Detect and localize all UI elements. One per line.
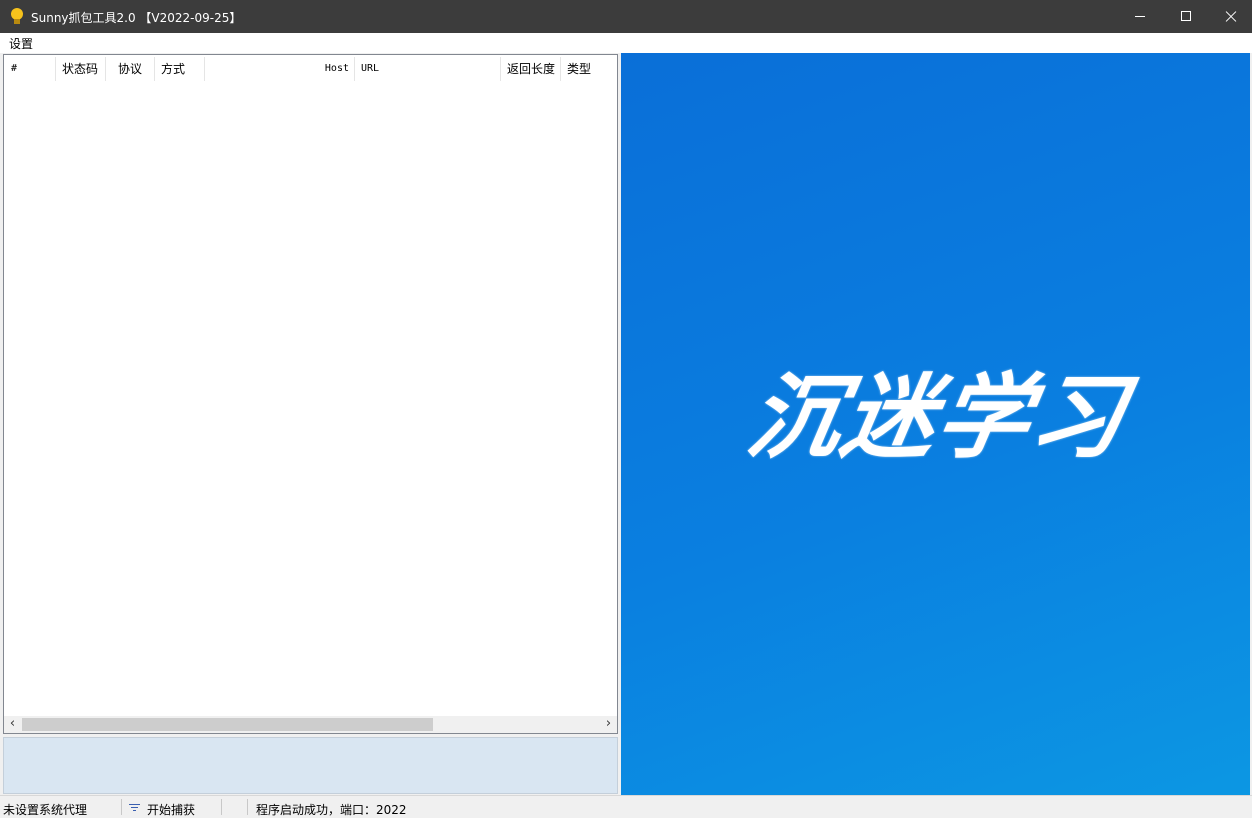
status-divider bbox=[221, 799, 222, 815]
proxy-status: 未设置系统代理 bbox=[3, 803, 88, 817]
maximize-icon bbox=[1181, 11, 1191, 21]
column-header-index[interactable]: # bbox=[4, 57, 56, 81]
request-list[interactable]: # 状态码 协议 方式 Host URL 返回长度 类型 ‹ › bbox=[3, 54, 618, 734]
status-message: 程序启动成功，端口：2022 bbox=[256, 803, 407, 817]
maximize-button[interactable] bbox=[1163, 0, 1209, 33]
banner-calligraphy: 沉迷学习 bbox=[740, 363, 1136, 471]
menu-bar: 设置 bbox=[0, 33, 1252, 53]
column-header-url[interactable]: URL bbox=[355, 57, 501, 81]
minimize-icon bbox=[1135, 16, 1145, 17]
status-divider bbox=[247, 799, 248, 815]
column-header-method[interactable]: 方式 bbox=[155, 57, 205, 81]
title-bar: Sunny抓包工具2.0 【V2022-09-25】 bbox=[0, 0, 1252, 33]
lightbulb-icon bbox=[10, 8, 24, 25]
close-button[interactable] bbox=[1208, 0, 1252, 33]
detail-panel bbox=[3, 737, 618, 794]
column-header-host[interactable]: Host bbox=[205, 57, 355, 81]
scroll-left-icon[interactable]: ‹ bbox=[4, 716, 21, 733]
scrollbar-thumb[interactable] bbox=[22, 718, 433, 731]
minimize-button[interactable] bbox=[1117, 0, 1163, 33]
start-capture-label: 开始捕获 bbox=[147, 803, 196, 817]
horizontal-scrollbar[interactable]: ‹ › bbox=[4, 716, 617, 733]
scroll-right-icon[interactable]: › bbox=[600, 716, 617, 733]
column-header-type[interactable]: 类型 bbox=[561, 57, 617, 81]
column-header-status-code[interactable]: 状态码 bbox=[56, 57, 106, 81]
menu-settings[interactable]: 设置 bbox=[9, 35, 33, 52]
column-header-protocol[interactable]: 协议 bbox=[106, 57, 155, 81]
status-divider bbox=[121, 799, 122, 815]
banner-image: 沉迷学习 bbox=[621, 53, 1250, 795]
window-title: Sunny抓包工具2.0 【V2022-09-25】 bbox=[31, 11, 242, 25]
filter-icon bbox=[129, 804, 140, 813]
list-header: # 状态码 协议 方式 Host URL 返回长度 类型 bbox=[4, 57, 617, 81]
status-bar: 未设置系统代理 开始捕获 程序启动成功，端口：2022 bbox=[0, 795, 1252, 817]
column-header-length[interactable]: 返回长度 bbox=[501, 57, 561, 81]
